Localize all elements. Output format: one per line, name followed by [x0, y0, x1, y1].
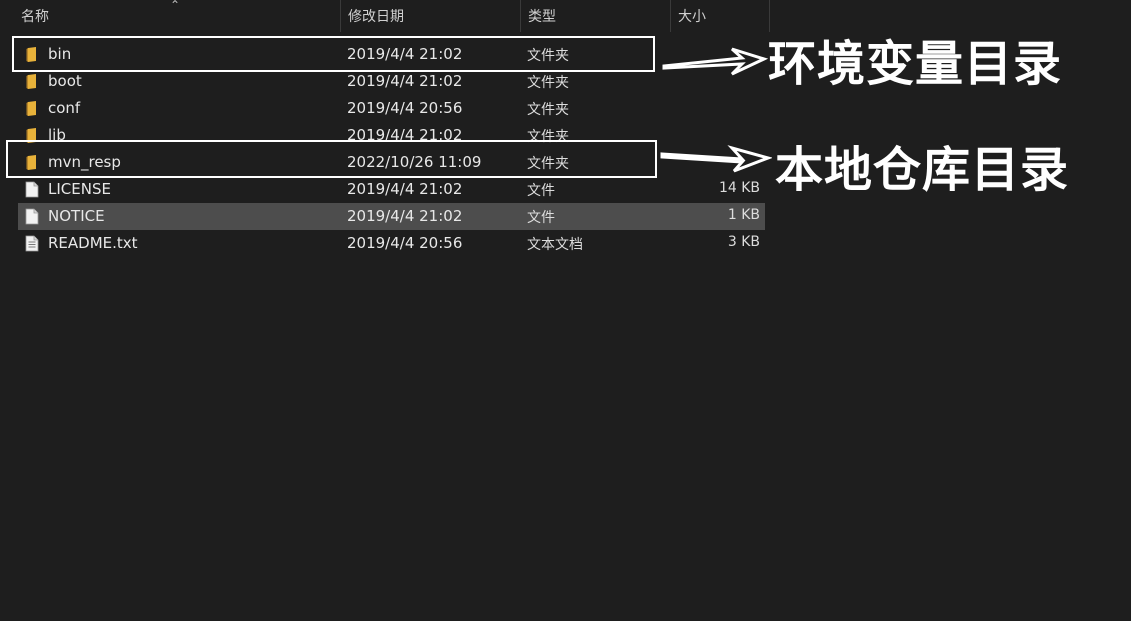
file-row-lib[interactable]: lib 2019/4/4 21:02 文件夹 [18, 122, 765, 149]
file-size: 14 KB [718, 180, 760, 196]
column-type-label: 类型 [528, 9, 556, 25]
folder-icon [26, 128, 36, 143]
file-row-bin[interactable]: bin 2019/4/4 21:02 文件夹 [18, 41, 765, 68]
file-date: 2019/4/4 21:02 [347, 126, 463, 144]
annotation-arrow-repo [660, 145, 772, 173]
file-date: 2019/4/4 21:02 [347, 180, 463, 198]
file-row-readme[interactable]: README.txt 2019/4/4 20:56 文本文档 3 KB [18, 230, 765, 257]
column-size-header[interactable]: 大小 [670, 0, 770, 32]
file-size: 1 KB [727, 207, 760, 223]
column-size-label: 大小 [678, 9, 706, 25]
column-date-label: 修改日期 [348, 9, 404, 25]
file-date: 2019/4/4 20:56 [347, 99, 463, 117]
file-date: 2019/4/4 21:02 [347, 72, 463, 90]
file-size: 3 KB [727, 234, 760, 250]
file-icon [25, 181, 39, 198]
file-row-boot[interactable]: boot 2019/4/4 21:02 文件夹 [18, 68, 765, 95]
annotation-arrow-env [662, 47, 768, 76]
file-row-license[interactable]: LICENSE 2019/4/4 21:02 文件 14 KB [18, 176, 765, 203]
folder-icon [26, 155, 36, 170]
file-type: 文件夹 [527, 48, 569, 64]
annotation-label-env: 环境变量目录 [768, 36, 1063, 92]
file-date: 2022/10/26 11:09 [347, 153, 482, 171]
file-name: conf [48, 99, 81, 117]
file-name: LICENSE [48, 180, 111, 198]
file-row-mvn-resp[interactable]: mvn_resp 2022/10/26 11:09 文件夹 [18, 149, 765, 176]
file-date: 2019/4/4 21:02 [347, 45, 463, 63]
text-document-icon [25, 235, 39, 252]
sort-ascending-icon: ⌃ [170, 0, 181, 12]
file-icon [25, 208, 39, 225]
file-type: 文件夹 [527, 102, 569, 118]
file-name: lib [48, 126, 66, 144]
file-type: 文件 [527, 210, 555, 226]
file-type: 文件 [527, 183, 555, 199]
file-name: README.txt [48, 234, 138, 252]
file-name: mvn_resp [48, 153, 121, 171]
folder-icon [26, 47, 36, 62]
file-name: bin [48, 45, 72, 63]
column-date-header[interactable]: 修改日期 [340, 0, 520, 32]
file-date: 2019/4/4 20:56 [347, 234, 463, 252]
file-type: 文件夹 [527, 129, 569, 145]
file-date: 2019/4/4 21:02 [347, 207, 463, 225]
file-type: 文本文档 [527, 237, 583, 253]
file-name: boot [48, 72, 82, 90]
annotation-label-repo: 本地仓库目录 [775, 142, 1070, 198]
file-list: bin 2019/4/4 21:02 文件夹 boot 2019/4/4 21:… [18, 41, 765, 257]
file-row-conf[interactable]: conf 2019/4/4 20:56 文件夹 [18, 95, 765, 122]
column-type-header[interactable]: 类型 [520, 0, 670, 32]
folder-icon [26, 74, 36, 89]
file-explorer: 名称 ⌃ 修改日期 类型 大小 bin 2019/4/4 21:02 文件夹 b… [0, 0, 1131, 621]
file-type: 文件夹 [527, 75, 569, 91]
folder-icon [26, 101, 36, 116]
file-row-notice[interactable]: NOTICE 2019/4/4 21:02 文件 1 KB [18, 203, 765, 230]
file-name: NOTICE [48, 207, 105, 225]
column-header: 名称 ⌃ 修改日期 类型 大小 [0, 0, 770, 32]
column-name-label: 名称 [21, 9, 49, 25]
column-name-header[interactable]: 名称 ⌃ [0, 0, 340, 32]
file-type: 文件夹 [527, 156, 569, 172]
